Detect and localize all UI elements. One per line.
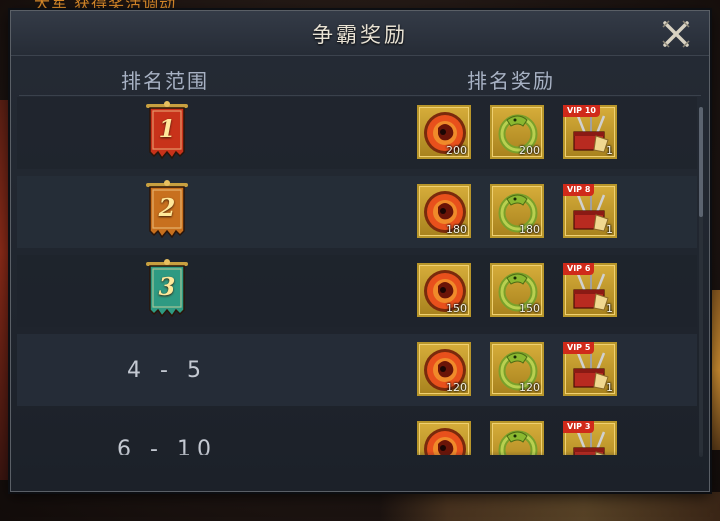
reward-item-slot[interactable] (417, 421, 471, 455)
item-quantity: 1 (606, 302, 613, 315)
vip-badge: VIP 6 (563, 263, 595, 275)
reward-item-slot[interactable]: 180 (417, 184, 471, 238)
reward-item-slot[interactable] (490, 421, 544, 455)
item-quantity: 120 (519, 381, 540, 394)
reward-item-slot[interactable]: VIP 8 1 (563, 184, 617, 238)
reward-dialog: 争霸奖励 排名范围 排名奖励 1 200 200 VIP 10 1 2 180 180 VIP … (10, 10, 710, 492)
reward-item-slot[interactable]: 120 (490, 342, 544, 396)
rank-number: 3 (158, 272, 176, 301)
reward-item-slot[interactable]: 200 (417, 105, 471, 159)
scrollbar[interactable] (699, 107, 703, 457)
rank-cell: 6 - 10 (17, 413, 317, 456)
reward-item-slot[interactable]: VIP 6 1 (563, 263, 617, 317)
item-quantity: 1 (606, 223, 613, 236)
vip-badge: VIP 3 (563, 421, 595, 433)
reward-item-slot[interactable]: 120 (417, 342, 471, 396)
reward-list[interactable]: 1 200 200 VIP 10 1 2 180 180 VIP 8 1 3 150 150 VIP 6 1… (17, 97, 697, 455)
reward-item-slot[interactable]: VIP 10 1 (563, 105, 617, 159)
scrollbar-thumb[interactable] (699, 107, 703, 217)
item-quantity: 1 (606, 144, 613, 157)
rank-range-text: 4 - 5 (127, 357, 207, 383)
item-quantity: 180 (519, 223, 540, 236)
column-header-rank: 排名范围 (121, 69, 209, 93)
item-quantity: 180 (446, 223, 467, 236)
rank-cell: 2 (17, 176, 317, 248)
item-quantity: 150 (446, 302, 467, 315)
reward-row: 1 200 200 VIP 10 1 (17, 97, 697, 169)
item-quantity: 150 (519, 302, 540, 315)
rank-cell: 3 (17, 255, 317, 327)
reward-item-slot[interactable]: 200 (490, 105, 544, 159)
reward-item-slot[interactable]: 180 (490, 184, 544, 238)
title-bar: 争霸奖励 (11, 11, 709, 56)
reward-row: 6 - 10 VIP 3 (17, 413, 697, 455)
rank-number: 1 (158, 114, 176, 143)
reward-row: 3 150 150 VIP 6 1 (17, 255, 697, 327)
reward-item-slot[interactable]: 150 (490, 263, 544, 317)
vip-badge: VIP 8 (563, 184, 595, 196)
background-decoration-bottom (380, 492, 720, 521)
column-header-reward: 排名奖励 (467, 69, 555, 93)
reward-row: 4 - 5 120 120 VIP 5 1 (17, 334, 697, 406)
rank-cell: 4 - 5 (17, 334, 317, 406)
list-fade (17, 451, 703, 491)
dialog-title: 争霸奖励 (312, 23, 408, 47)
vip-badge: VIP 5 (563, 342, 595, 354)
item-quantity: 1 (606, 381, 613, 394)
rank-cell: 1 (17, 97, 317, 169)
reward-item-slot[interactable]: 150 (417, 263, 471, 317)
item-quantity: 120 (446, 381, 467, 394)
reward-item-slot[interactable]: VIP 5 1 (563, 342, 617, 396)
reward-row: 2 180 180 VIP 8 1 (17, 176, 697, 248)
reward-item-slot[interactable]: VIP 3 (563, 421, 617, 455)
vip-badge: VIP 10 (563, 105, 600, 117)
item-quantity: 200 (446, 144, 467, 157)
item-quantity: 200 (519, 144, 540, 157)
close-button[interactable] (659, 17, 693, 51)
header-divider (19, 95, 701, 96)
close-icon (662, 20, 690, 48)
rank-number: 2 (158, 193, 176, 222)
